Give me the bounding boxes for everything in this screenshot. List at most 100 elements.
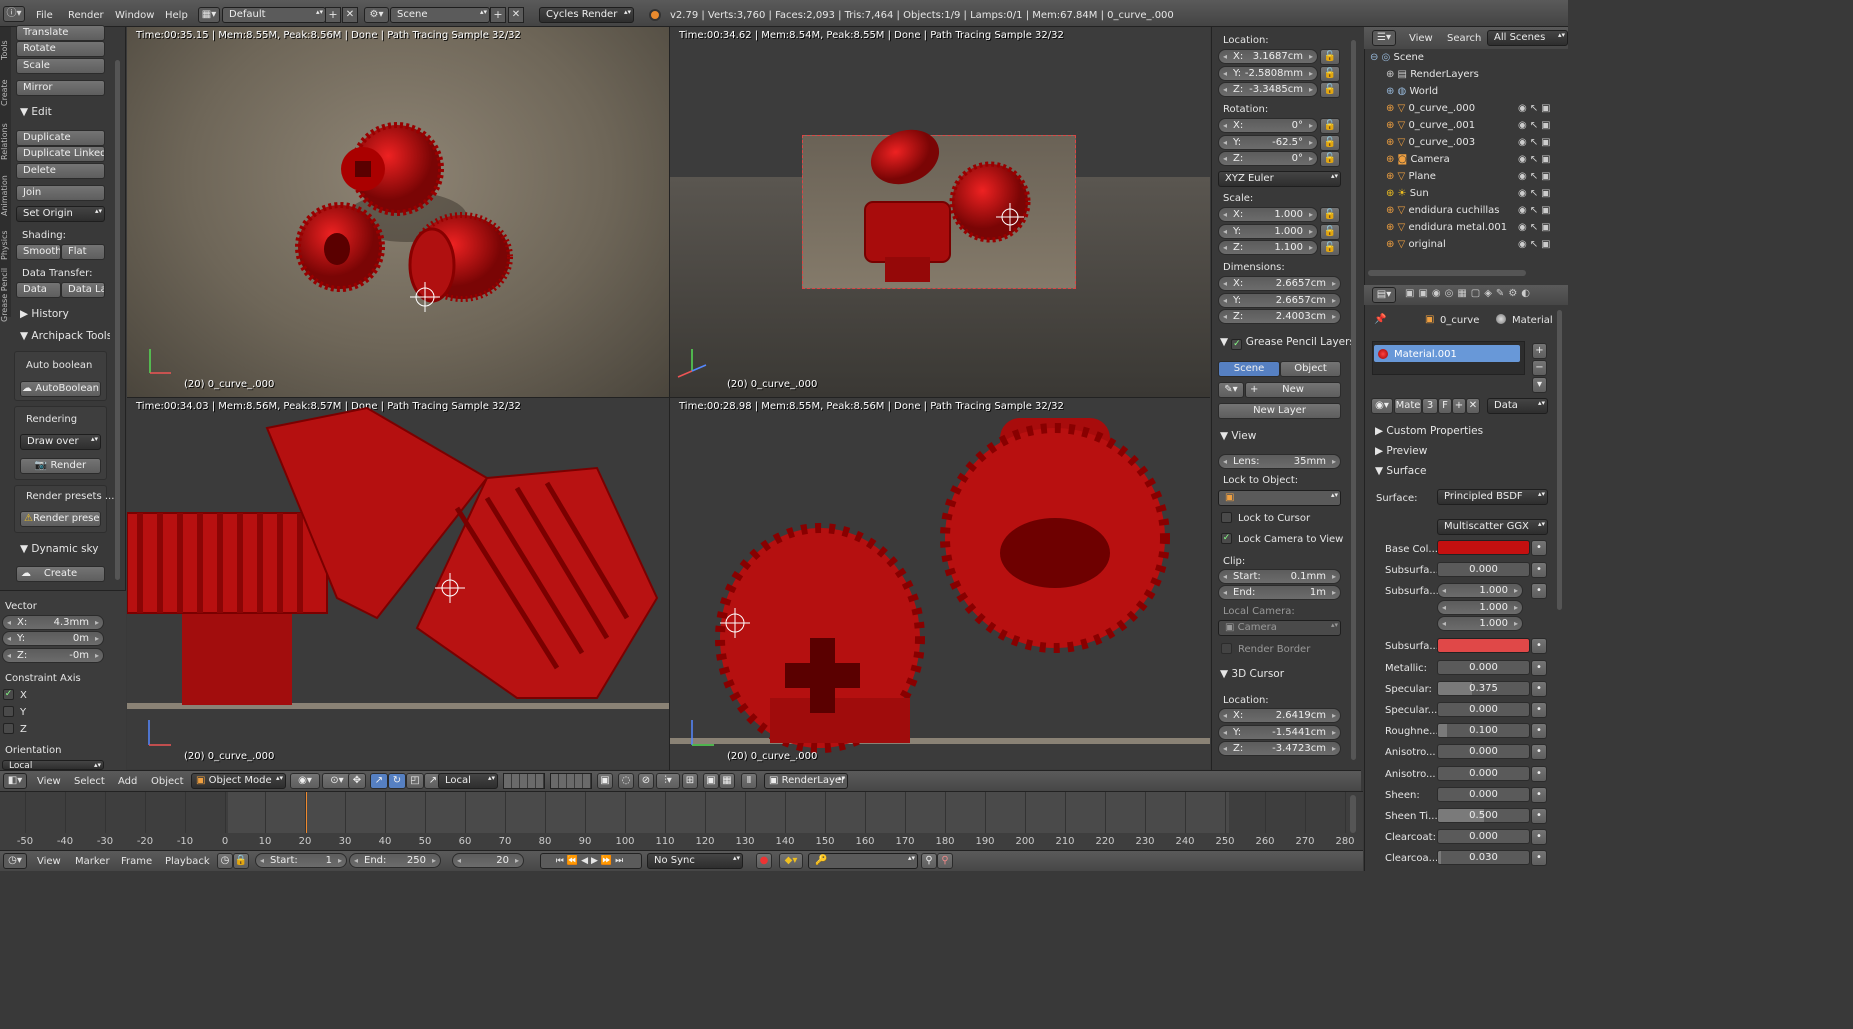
set-origin-dropdown[interactable]: Set Origin xyxy=(16,206,105,222)
tab-tools[interactable]: Tools xyxy=(0,30,11,60)
draw-over-dropdown[interactable]: Draw over xyxy=(20,434,101,450)
gp-new-layer-button[interactable]: New Layer xyxy=(1218,403,1341,419)
shader-input-slider[interactable]: 0.500 xyxy=(1437,807,1530,823)
visibility-icons[interactable]: ◉↖▣ xyxy=(1518,103,1554,114)
shader-input-link-button[interactable]: • xyxy=(1531,786,1547,803)
outliner-item[interactable]: ⊕ ▽ 0_curve_.003 ◉↖▣ xyxy=(1386,137,1551,148)
rotation-z-field[interactable]: ◂ Z: 0° ▸ xyxy=(1218,151,1318,166)
viewport-top-right[interactable]: Time:00:34.62 | Mem:8.54M, Peak:8.55M | … xyxy=(670,27,1210,397)
viewport-shading-button[interactable]: ◉▾ xyxy=(290,773,320,789)
preview-range-icon[interactable]: ◷ xyxy=(217,853,233,869)
lock-scale-x-icon[interactable]: 🔓 xyxy=(1320,207,1340,223)
viewport-divider-v[interactable] xyxy=(669,27,670,770)
visibility-icons[interactable]: ◉↖▣ xyxy=(1518,222,1554,233)
scale-z-field[interactable]: ◂ Z: 1.100 ▸ xyxy=(1218,240,1318,255)
unlink-material-button[interactable]: ✕ xyxy=(1466,398,1480,414)
breadcrumb-object[interactable]: 0_curve xyxy=(1440,315,1479,326)
outliner-item[interactable]: ⊕ ▽ endidura cuchillas ◉↖▣ xyxy=(1386,205,1551,216)
outliner-item[interactable]: ⊕ ▽ 0_curve_.000 ◉↖▣ xyxy=(1386,103,1551,114)
outliner-item[interactable]: ⊕ ◙ Camera ◉↖▣ xyxy=(1386,154,1551,165)
new-material-button[interactable]: + xyxy=(1452,398,1466,414)
info-editor-icon[interactable]: ⓘ▾ xyxy=(3,6,25,22)
outliner-item[interactable]: ⊕ ▤ RenderLayers xyxy=(1386,69,1479,80)
lock-location-x-icon[interactable]: 🔓 xyxy=(1320,49,1340,65)
delete-button[interactable]: Delete xyxy=(16,163,105,179)
outliner-item[interactable]: ⊖ ◎ Scene xyxy=(1370,52,1424,63)
lock-location-z-icon[interactable]: 🔓 xyxy=(1320,82,1340,98)
cursor-panel-header[interactable]: ▼ 3D Cursor xyxy=(1220,668,1284,680)
location-x-field[interactable]: ◂ X: 3.1687cm ▸ xyxy=(1218,49,1318,64)
remove-scene-icon[interactable]: ✕ xyxy=(508,7,524,23)
outliner-item[interactable]: ⊕ ▽ endidura metal.001 ◉↖▣ xyxy=(1386,222,1551,233)
shader-input-slider[interactable]: 0.100 xyxy=(1437,723,1530,739)
translate-manipulator-button[interactable]: ↗ xyxy=(370,773,388,789)
vector-y-field[interactable]: ◂ Y: 0m ▸ xyxy=(2,631,104,646)
rotation-x-field[interactable]: ◂ X: 0° ▸ xyxy=(1218,118,1318,133)
lock-range-icon[interactable]: 🔒 xyxy=(233,853,249,869)
viewport-top-left[interactable]: Time:00:35.15 | Mem:8.55M, Peak:8.56M | … xyxy=(127,27,669,397)
outliner-scrollbar[interactable] xyxy=(1368,270,1526,276)
cursor-z-field[interactable]: ◂ Z: -3.4723cm ▸ xyxy=(1218,741,1341,756)
screen-layout-field[interactable]: Default xyxy=(222,7,326,23)
add-layout-icon[interactable]: + xyxy=(325,7,341,23)
material-name-field[interactable]: Mate xyxy=(1394,398,1422,414)
create-sky-button[interactable]: ☁ Create xyxy=(16,566,105,582)
shader-input-slider[interactable]: 0.375 xyxy=(1437,681,1530,697)
view3d-menu-object[interactable]: Object xyxy=(151,776,184,787)
properties-scrollbar[interactable] xyxy=(1351,40,1356,760)
snap-icon[interactable]: ⊘ xyxy=(638,773,654,789)
outliner-display-dropdown[interactable]: All Scenes xyxy=(1487,30,1568,46)
menu-help[interactable]: Help xyxy=(165,10,188,21)
location-y-field[interactable]: ◂ Y: -2.5808mm ▸ xyxy=(1218,65,1318,81)
screen-layout-icon[interactable]: ▦▾ xyxy=(198,7,220,23)
timeline-editor-icon[interactable]: ◷▾ xyxy=(3,853,27,869)
outliner-item[interactable]: ⊕ ▽ 0_curve_.001 ◉↖▣ xyxy=(1386,120,1551,131)
subsurface-color-link-button[interactable]: • xyxy=(1531,638,1547,654)
orientation-dropdown[interactable]: Local xyxy=(2,760,104,770)
outliner-item[interactable]: ⊕ ◍ World xyxy=(1386,86,1438,97)
delete-keyframe-icon[interactable]: ⚲ xyxy=(937,853,953,869)
tab-grease-pencil[interactable]: Grease Pencil xyxy=(0,262,11,322)
rotation-y-field[interactable]: ◂ Y: -62.5° ▸ xyxy=(1218,134,1318,150)
visibility-icons[interactable]: ◉↖▣ xyxy=(1518,188,1554,199)
slot-menu-button[interactable]: ▾ xyxy=(1532,377,1547,393)
render-button[interactable]: 📷 Render xyxy=(20,458,101,474)
outliner-search-menu[interactable]: Search xyxy=(1447,33,1481,44)
pause-icon[interactable]: Ⅱ xyxy=(741,773,757,789)
constraint-y-checkbox[interactable] xyxy=(3,706,14,717)
auto-boolean-button[interactable]: ☁ AutoBoolean xyxy=(20,381,101,397)
shader-input-slider[interactable]: 0.000 xyxy=(1437,786,1530,802)
breadcrumb-material[interactable]: Material xyxy=(1512,315,1553,326)
tab-physics[interactable]: Physics xyxy=(0,220,11,260)
scene-icon[interactable]: ⚙▾ xyxy=(364,7,389,23)
transform-orientation-dropdown[interactable]: Local xyxy=(438,773,498,789)
timeline-menu-view[interactable]: View xyxy=(37,856,61,867)
edit-panel-header[interactable]: ▼ Edit xyxy=(20,106,52,118)
lens-field[interactable]: ◂ Lens: 35mm ▸ xyxy=(1218,454,1341,469)
location-z-field[interactable]: ◂ Z: -3.3485cm ▸ xyxy=(1218,82,1318,97)
constraint-x-checkbox[interactable]: ✓ xyxy=(3,689,14,700)
visibility-icons[interactable]: ◉↖▣ xyxy=(1518,154,1554,165)
shader-input-link-button[interactable]: • xyxy=(1531,681,1547,698)
render-layer-field[interactable]: ▣ RenderLayer xyxy=(764,773,848,789)
clip-start-field[interactable]: ◂ Start: 0.1mm ▸ xyxy=(1218,569,1341,584)
keying-set-icon[interactable]: ◆▾ xyxy=(779,853,803,869)
cursor-x-field[interactable]: ◂ X: 2.6419cm ▸ xyxy=(1218,708,1341,723)
scale-button[interactable]: Scale xyxy=(16,58,105,74)
snap-element-icon[interactable]: ⫶▾ xyxy=(656,773,680,789)
preview-panel-header[interactable]: ▶ Preview xyxy=(1375,445,1427,457)
shader-input-link-button[interactable]: • xyxy=(1531,849,1547,866)
subsurface-link-button[interactable]: • xyxy=(1531,562,1547,578)
radius-z-field[interactable]: ◂ 1.000 ▸ xyxy=(1437,616,1523,631)
scale-y-field[interactable]: ◂ Y: 1.000 ▸ xyxy=(1218,223,1318,239)
timeline-menu-marker[interactable]: Marker xyxy=(75,856,110,867)
gp-new-button[interactable]: + New xyxy=(1245,382,1341,398)
scale-x-field[interactable]: ◂ X: 1.000 ▸ xyxy=(1218,207,1318,222)
render-engine-dropdown[interactable]: Cycles Render xyxy=(539,7,634,23)
smooth-button[interactable]: Smooth xyxy=(16,244,61,260)
view-panel-header[interactable]: ▼ View xyxy=(1220,430,1256,442)
data-layout-button[interactable]: Data La xyxy=(61,282,105,298)
start-frame-field[interactable]: ◂ Start: 1 ▸ xyxy=(255,853,347,868)
translate-button[interactable]: Translate xyxy=(16,25,105,41)
subsurface-slider[interactable]: 0.000 xyxy=(1437,562,1530,577)
